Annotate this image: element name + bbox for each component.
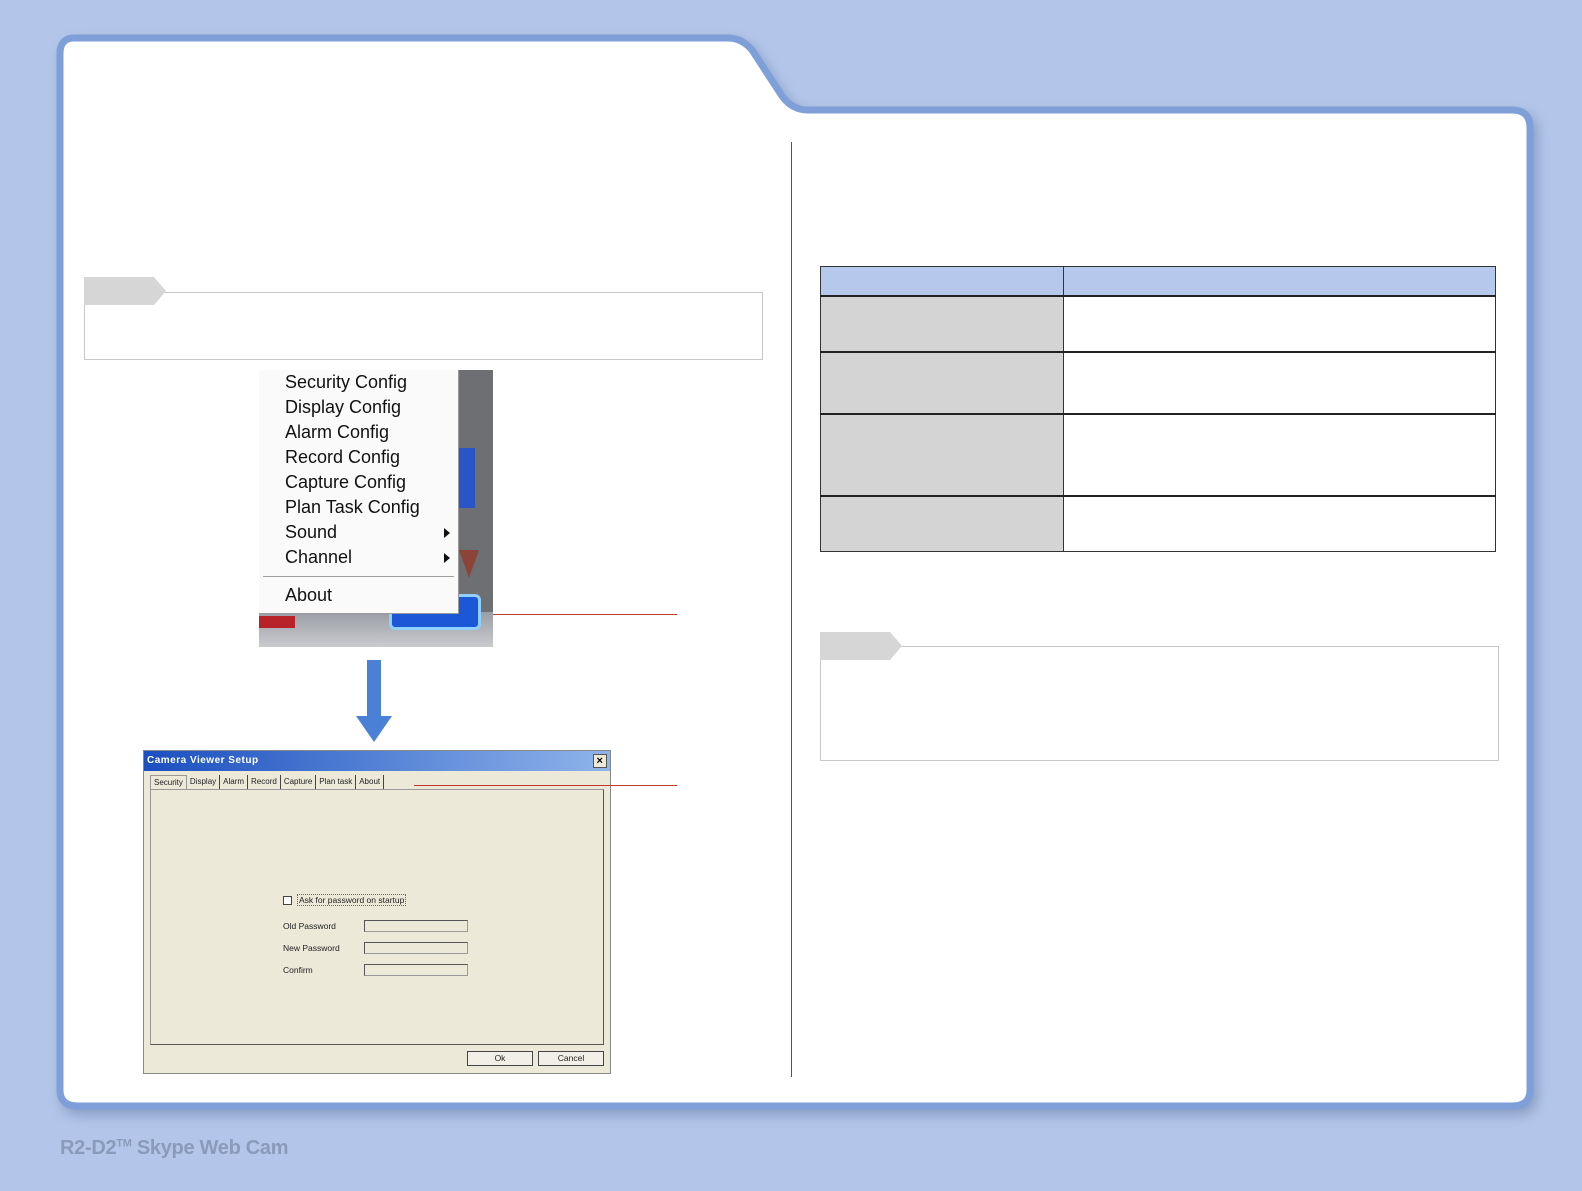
- down-arrow-icon: [459, 550, 479, 578]
- cancel-button[interactable]: Cancel: [538, 1051, 604, 1066]
- table-header-cell: [1063, 266, 1496, 297]
- table-key-cell: [820, 294, 1064, 352]
- menu-item-record-config[interactable]: Record Config: [259, 445, 458, 470]
- table-key-cell: [820, 494, 1064, 552]
- menu-item-capture-config[interactable]: Capture Config: [259, 470, 458, 495]
- callout-line-menu: [493, 614, 677, 615]
- tab-plan-task[interactable]: Plan task: [316, 775, 357, 789]
- note-tab-right: [820, 632, 902, 660]
- tab-display[interactable]: Display: [187, 775, 221, 789]
- old-password-input[interactable]: [364, 920, 468, 932]
- menu-item-alarm-config[interactable]: Alarm Config: [259, 420, 458, 445]
- submenu-arrow-icon: [444, 553, 450, 563]
- field-label: Old Password: [283, 921, 336, 931]
- menu-item-plan-task-config[interactable]: Plan Task Config: [259, 495, 458, 520]
- table-key-cell: [820, 350, 1064, 414]
- tab-record[interactable]: Record: [248, 775, 281, 789]
- menu-item-display-config[interactable]: Display Config: [259, 395, 458, 420]
- table-value-cell: [1063, 494, 1496, 552]
- menu-item-security-config[interactable]: Security Config: [259, 370, 458, 395]
- confirm-input[interactable]: [364, 964, 468, 976]
- note-box-left: [84, 292, 763, 360]
- new-password-input[interactable]: [364, 942, 468, 954]
- security-pane: Ask for password on startup Old Password…: [150, 789, 604, 1045]
- table-header-cell: [820, 266, 1064, 297]
- note-box-right: [820, 646, 1499, 761]
- table-row: [820, 494, 1496, 552]
- ask-password-row: Ask for password on startup: [283, 894, 407, 906]
- spec-table: [820, 266, 1496, 552]
- table-row: [820, 412, 1496, 496]
- menu-item-about[interactable]: About: [259, 583, 458, 608]
- table-value-cell: [1063, 412, 1496, 496]
- tab-alarm[interactable]: Alarm: [220, 775, 249, 789]
- submenu-arrow-icon: [444, 528, 450, 538]
- callout-line-tabs: [414, 785, 677, 786]
- tab-security[interactable]: Security: [150, 775, 187, 789]
- column-divider: [791, 142, 792, 1077]
- context-menu-screenshot: Security Config Display Config Alarm Confi…: [259, 370, 493, 647]
- flow-arrow-shaft: [367, 660, 381, 718]
- table-row: [820, 294, 1496, 352]
- note-tab-left: [84, 277, 166, 305]
- ask-password-label[interactable]: Ask for password on startup: [297, 894, 407, 906]
- dialog-tabs: Security Display Alarm Record Capture Plan ta…: [150, 775, 385, 789]
- ask-password-checkbox[interactable]: [283, 895, 292, 905]
- table-value-cell: [1063, 350, 1496, 414]
- field-label: Confirm: [283, 965, 313, 975]
- table-value-cell: [1063, 294, 1496, 352]
- field-label: New Password: [283, 943, 340, 953]
- tab-capture[interactable]: Capture: [281, 775, 317, 789]
- footer-brand: R2-D2TM Skype Web Cam: [60, 1137, 289, 1159]
- ok-button[interactable]: Ok: [467, 1051, 533, 1066]
- dialog-title: Camera Viewer Setup: [147, 755, 259, 766]
- dialog-title-bar: Camera Viewer Setup ×: [144, 751, 610, 771]
- table-key-cell: [820, 412, 1064, 496]
- tab-about[interactable]: About: [356, 775, 385, 789]
- table-header-row: [820, 266, 1496, 297]
- menu-item-channel[interactable]: Channel: [259, 545, 458, 570]
- camera-viewer-setup-dialog: Camera Viewer Setup × Security Display Ala…: [143, 750, 611, 1074]
- menu-separator: [263, 576, 454, 577]
- close-icon[interactable]: ×: [593, 754, 607, 768]
- table-row: [820, 350, 1496, 414]
- flow-arrow-down-icon: [356, 716, 392, 742]
- menu-item-sound[interactable]: Sound: [259, 520, 458, 545]
- context-menu: Security Config Display Config Alarm Confi…: [259, 370, 459, 614]
